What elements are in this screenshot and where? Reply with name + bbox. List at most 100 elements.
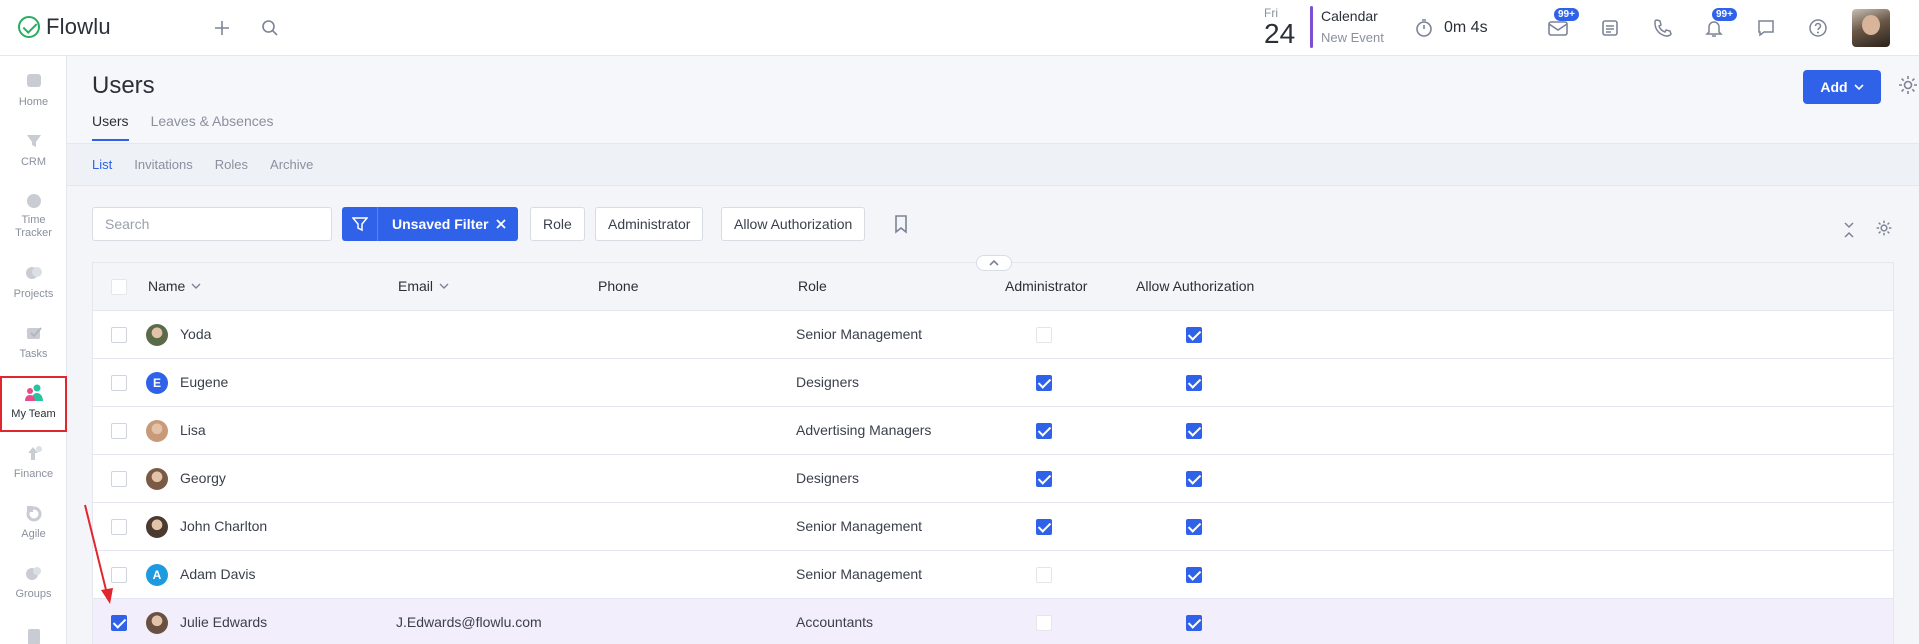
bookmark-icon[interactable] xyxy=(893,214,909,237)
table-row[interactable]: Yoda Senior Management xyxy=(93,311,1893,359)
search-input[interactable] xyxy=(92,207,332,241)
table-row[interactable]: John Charlton Senior Management xyxy=(93,503,1893,551)
column-header-email[interactable]: Email xyxy=(398,278,449,294)
sidebar-item-label: Agile xyxy=(21,528,46,540)
sidebar-item-finance[interactable]: Finance xyxy=(0,436,67,492)
chevron-down-icon xyxy=(439,283,449,289)
unsaved-filter-button[interactable]: Unsaved Filter xyxy=(342,207,519,241)
administrator-checkbox[interactable] xyxy=(1036,327,1052,343)
sidebar-item-projects[interactable]: Projects xyxy=(0,256,67,312)
allow-authorization-checkbox[interactable] xyxy=(1186,519,1202,535)
table-row[interactable]: Lisa Advertising Managers xyxy=(93,407,1893,455)
sidebar-item-crm[interactable]: CRM xyxy=(0,124,67,180)
table-row[interactable]: Julie Edwards J.Edwards@flowlu.com Accou… xyxy=(93,599,1893,644)
collapse-rows-icon[interactable] xyxy=(1842,221,1856,242)
settings-gear-icon[interactable] xyxy=(1897,74,1919,99)
user-avatar-photo xyxy=(146,516,168,538)
help-icon[interactable] xyxy=(1806,16,1830,40)
sidebar-item-my-team[interactable]: My Team xyxy=(0,376,67,432)
table-row[interactable]: A Adam Davis Senior Management xyxy=(93,551,1893,599)
sidebar-item-tasks[interactable]: Tasks xyxy=(0,316,67,372)
table-row[interactable]: Georgy Designers xyxy=(93,455,1893,503)
unsaved-filter-label: Unsaved Filter xyxy=(392,216,489,232)
user-avatar-photo xyxy=(146,468,168,490)
close-icon[interactable] xyxy=(496,219,507,229)
add-button-label: Add xyxy=(1820,79,1848,95)
tab-users[interactable]: Users xyxy=(92,113,129,141)
sidebar-item-agile[interactable]: Agile xyxy=(0,496,67,552)
tasks-icon xyxy=(23,322,45,344)
sidebar-item-home[interactable]: Home xyxy=(0,64,67,120)
subtab-list[interactable]: List xyxy=(92,157,112,172)
sidebar-item-time-tracker[interactable]: Time Tracker xyxy=(0,184,67,240)
chat-icon[interactable] xyxy=(1754,16,1778,40)
mail-icon xyxy=(1548,21,1568,36)
row-checkbox[interactable] xyxy=(111,423,127,439)
plus-icon[interactable] xyxy=(210,16,234,40)
crm-icon xyxy=(23,130,45,152)
user-name[interactable]: Lisa xyxy=(180,422,206,438)
administrator-checkbox[interactable] xyxy=(1036,567,1052,583)
administrator-checkbox[interactable] xyxy=(1036,471,1052,487)
sidebar: Home CRM Time Tracker Projects Tasks My … xyxy=(0,56,67,644)
flowlu-logo-icon xyxy=(18,16,40,38)
tab-leaves-absences[interactable]: Leaves & Absences xyxy=(151,113,274,141)
subtab-archive[interactable]: Archive xyxy=(270,157,313,172)
calendar-title: Calendar xyxy=(1321,8,1378,24)
user-name[interactable]: Adam Davis xyxy=(180,566,255,582)
search-icon[interactable] xyxy=(258,16,282,40)
calendar-widget[interactable]: Calendar New Event xyxy=(1321,8,1384,45)
collapse-filter-handle[interactable] xyxy=(976,255,1012,271)
user-avatar-letter: E xyxy=(146,372,168,394)
administrator-checkbox[interactable] xyxy=(1036,423,1052,439)
allow-authorization-checkbox[interactable] xyxy=(1186,423,1202,439)
subtab-invitations[interactable]: Invitations xyxy=(134,157,193,172)
allow-authorization-checkbox[interactable] xyxy=(1186,471,1202,487)
allow-authorization-checkbox[interactable] xyxy=(1186,375,1202,391)
select-all-checkbox[interactable] xyxy=(111,279,127,295)
notifications-button[interactable]: 99+ xyxy=(1702,8,1737,40)
user-name[interactable]: Eugene xyxy=(180,374,228,390)
administrator-checkbox[interactable] xyxy=(1036,519,1052,535)
column-header-name[interactable]: Name xyxy=(148,278,201,294)
user-role: Accountants xyxy=(796,614,874,630)
chevron-up-icon xyxy=(989,259,999,266)
user-name[interactable]: John Charlton xyxy=(180,518,267,534)
new-event-link[interactable]: New Event xyxy=(1321,30,1384,45)
table-settings-icon[interactable] xyxy=(1875,219,1893,240)
sidebar-item-groups[interactable]: Groups xyxy=(0,556,67,612)
sub-tabs: List Invitations Roles Archive xyxy=(67,144,1919,186)
date-widget[interactable]: Fri 24 xyxy=(1264,6,1295,48)
sidebar-item-more[interactable] xyxy=(0,618,67,644)
sidebar-item-label: Home xyxy=(18,96,49,108)
administrator-checkbox[interactable] xyxy=(1036,375,1052,391)
filter-chip-role[interactable]: Role xyxy=(530,207,585,241)
filter-chip-administrator[interactable]: Administrator xyxy=(595,207,704,241)
projects-icon xyxy=(23,262,45,284)
user-name[interactable]: Georgy xyxy=(180,470,226,486)
subtab-roles[interactable]: Roles xyxy=(215,157,248,172)
administrator-checkbox[interactable] xyxy=(1036,615,1052,631)
app-logo[interactable]: Flowlu xyxy=(18,14,111,40)
row-checkbox[interactable] xyxy=(111,327,127,343)
time-tracker-widget[interactable]: 0m 4s xyxy=(1414,18,1488,38)
phone-icon[interactable] xyxy=(1650,16,1674,40)
user-avatar[interactable] xyxy=(1852,9,1890,47)
user-name[interactable]: Julie Edwards xyxy=(180,614,267,630)
row-checkbox[interactable] xyxy=(111,615,127,631)
row-checkbox[interactable] xyxy=(111,375,127,391)
user-role: Designers xyxy=(796,374,860,390)
groups-icon xyxy=(23,562,45,584)
notes-icon[interactable] xyxy=(1598,16,1622,40)
mail-button[interactable]: 99+ xyxy=(1546,8,1579,40)
filter-chip-allow-authorization[interactable]: Allow Authorization xyxy=(721,207,866,241)
table-row[interactable]: E Eugene Designers xyxy=(93,359,1893,407)
row-checkbox[interactable] xyxy=(111,471,127,487)
allow-authorization-checkbox[interactable] xyxy=(1186,327,1202,343)
allow-authorization-checkbox[interactable] xyxy=(1186,567,1202,583)
add-button[interactable]: Add xyxy=(1803,70,1881,104)
heart-icon xyxy=(23,70,45,92)
sidebar-item-label: Groups xyxy=(15,588,52,600)
user-name[interactable]: Yoda xyxy=(180,326,211,342)
allow-authorization-checkbox[interactable] xyxy=(1186,615,1202,631)
